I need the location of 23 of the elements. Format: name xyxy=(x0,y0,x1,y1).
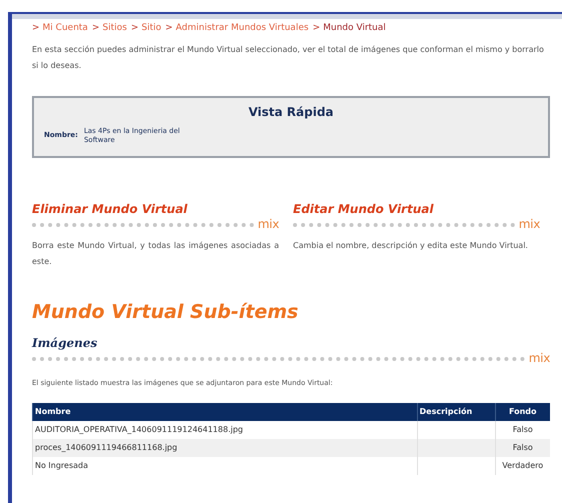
action-link[interactable]: Editar Mundo Virtual xyxy=(293,200,540,218)
action-link[interactable]: Eliminar Mundo Virtual xyxy=(32,200,279,218)
breadcrumb-link[interactable]: Administrar Mundos Virtuales xyxy=(176,22,309,36)
breadcrumb-link[interactable]: Sitio xyxy=(142,22,162,36)
panel-title: Vista Rápida xyxy=(247,104,335,120)
action-description: Cambia el nombre, descripción y edita este Mundo Virtual. xyxy=(293,240,529,252)
breadcrumb-separator: > xyxy=(32,22,40,35)
breadcrumb-separator: > xyxy=(165,22,173,35)
breadcrumb-link[interactable]: Mi Cuenta xyxy=(42,22,88,36)
breadcrumb-separator: > xyxy=(130,22,138,35)
table-cell: No Ingresada xyxy=(32,456,417,474)
breadcrumb-link[interactable]: Mundo Virtual xyxy=(323,22,386,36)
breadcrumb-separator: > xyxy=(92,22,100,35)
action-description: Borra este Mundo Virtual, y todas las imágenes asociadas a este. xyxy=(32,240,279,268)
subsection-title: Imágenes xyxy=(32,335,98,352)
section-title: Mundo Virtual Sub-ítems xyxy=(32,300,300,324)
table-cell: Verdadero xyxy=(495,456,550,474)
breadcrumb-separator: > xyxy=(312,22,320,35)
breadcrumb-link[interactable]: Sitios xyxy=(102,22,127,36)
intro-text: En esta sección puedes administrar el Mundo Virtual seleccionado, ver el total de imágenes que conforman el mismo y borrarlo si lo deseas. xyxy=(32,44,545,72)
mix-logo: mix xyxy=(518,218,540,230)
mix-logo: mix xyxy=(258,218,279,230)
mix-logo: mix xyxy=(528,352,550,364)
